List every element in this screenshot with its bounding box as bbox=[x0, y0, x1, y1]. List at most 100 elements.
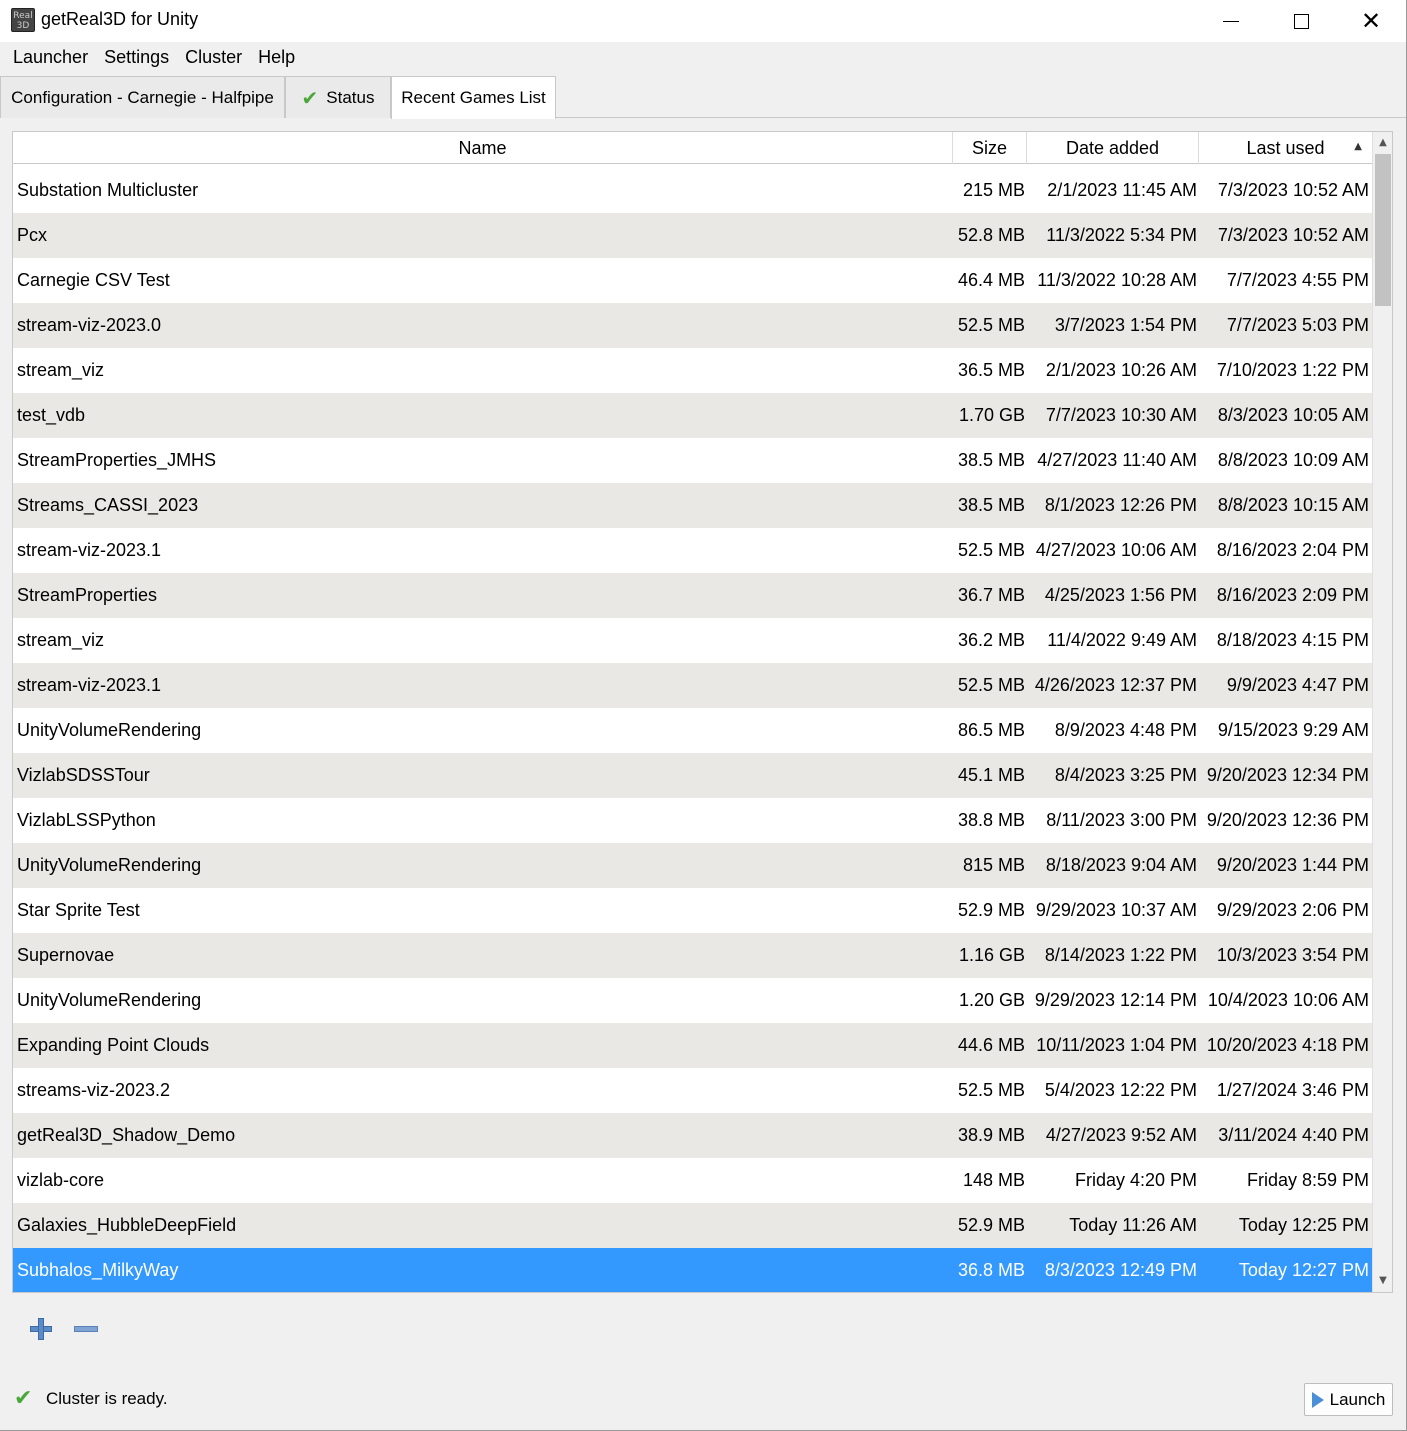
tab-label: Recent Games List bbox=[401, 88, 546, 107]
table-row[interactable]: UnityVolumeRendering 1.20 GB 9/29/2023 12:… bbox=[13, 978, 1372, 1023]
date-added-cell: 2/1/2023 11:45 AM bbox=[1047, 180, 1197, 200]
minimize-button[interactable] bbox=[1196, 0, 1266, 42]
table-row[interactable]: VizlabSDSSTour 45.1 MB 8/4/2023 3:25 PM 9/2… bbox=[13, 753, 1372, 798]
date-added-cell: 5/4/2023 12:22 PM bbox=[1044, 1080, 1197, 1100]
size-cell: 44.6 MB bbox=[957, 1035, 1025, 1055]
game-name-cell: Galaxies_HubbleDeepField bbox=[17, 1215, 237, 1235]
last-used-cell: 9/9/2023 4:47 PM bbox=[1226, 675, 1369, 695]
date-added-cell: 4/27/2023 9:52 AM bbox=[1045, 1125, 1197, 1145]
game-name-cell: Subhalos_MilkyWay bbox=[17, 1260, 179, 1280]
last-used-cell: 7/10/2023 1:22 PM bbox=[1216, 360, 1369, 380]
size-cell: 38.5 MB bbox=[957, 495, 1025, 515]
column-header-label: Date added bbox=[1065, 137, 1160, 158]
vertical-scrollbar[interactable]: ▲ ▼ bbox=[1372, 132, 1392, 1292]
scroll-up-icon[interactable]: ▲ bbox=[1373, 134, 1392, 152]
last-used-cell: 8/8/2023 10:15 AM bbox=[1217, 495, 1369, 515]
last-used-cell: Today 12:27 PM bbox=[1238, 1260, 1369, 1280]
table-row[interactable]: Galaxies_HubbleDeepField 52.9 MB Today 11:… bbox=[13, 1203, 1372, 1248]
game-name-cell: Supernovae bbox=[17, 945, 115, 965]
game-name-cell: UnityVolumeRendering bbox=[17, 990, 202, 1010]
tab-status[interactable]: ✔ Status bbox=[285, 76, 391, 118]
table-row[interactable]: Subhalos_MilkyWay 36.8 MB 8/3/2023 12:49 P… bbox=[13, 1248, 1372, 1292]
column-header-name[interactable]: Name bbox=[13, 132, 953, 164]
game-name-cell: StreamProperties bbox=[17, 585, 158, 605]
date-added-cell: 4/26/2023 12:37 PM bbox=[1034, 675, 1197, 695]
column-header-label: Name bbox=[458, 137, 507, 158]
table-row[interactable]: getReal3D_Shadow_Demo 38.9 MB 4/27/2023 9:… bbox=[13, 1113, 1372, 1158]
scrollbar-thumb[interactable] bbox=[1375, 154, 1391, 306]
last-used-cell: Today 12:25 PM bbox=[1238, 1215, 1369, 1235]
size-cell: 52.8 MB bbox=[957, 225, 1025, 245]
date-added-cell: 8/4/2023 3:25 PM bbox=[1054, 765, 1197, 785]
column-header-label: Last used bbox=[1246, 137, 1325, 158]
close-icon: ✕ bbox=[1360, 7, 1382, 35]
menu-settings[interactable]: Settings bbox=[96, 42, 177, 72]
table-row[interactable]: Substation Multicluster 215 MB 2/1/2023 11… bbox=[13, 168, 1372, 213]
date-added-cell: 2/1/2023 10:26 AM bbox=[1045, 360, 1197, 380]
game-name-cell: Streams_CASSI_2023 bbox=[17, 495, 199, 515]
maximize-button[interactable] bbox=[1266, 0, 1336, 42]
size-cell: 46.4 MB bbox=[957, 270, 1025, 290]
column-header-size[interactable]: Size bbox=[953, 132, 1027, 164]
table-row[interactable]: UnityVolumeRendering 815 MB 8/18/2023 9:04… bbox=[13, 843, 1372, 888]
size-cell: 148 MB bbox=[962, 1170, 1025, 1190]
last-used-cell: 9/20/2023 12:36 PM bbox=[1206, 810, 1369, 830]
size-cell: 52.5 MB bbox=[957, 315, 1025, 335]
table-row[interactable]: stream-viz-2023.1 52.5 MB 4/26/2023 12:37 … bbox=[13, 663, 1372, 708]
menu-help[interactable]: Help bbox=[250, 42, 303, 72]
tab-bar: Configuration - Carnegie - Halfpipe ✔ St… bbox=[0, 76, 1406, 119]
table-row[interactable]: vizlab-core 148 MB Friday 4:20 PM Friday 8:… bbox=[13, 1158, 1372, 1203]
table-row[interactable]: StreamProperties 36.7 MB 4/25/2023 1:56 PM… bbox=[13, 573, 1372, 618]
tab-configuration[interactable]: Configuration - Carnegie - Halfpipe bbox=[0, 76, 285, 118]
table-row[interactable]: test_vdb 1.70 GB 7/7/2023 10:30 AM 8/3/2023… bbox=[13, 393, 1372, 438]
size-cell: 38.8 MB bbox=[957, 810, 1025, 830]
date-added-cell: Friday 4:20 PM bbox=[1074, 1170, 1197, 1190]
game-name-cell: Carnegie CSV Test bbox=[17, 270, 170, 290]
menu-launcher[interactable]: Launcher bbox=[5, 42, 96, 72]
launch-button-label: Launch bbox=[1329, 1389, 1386, 1409]
game-name-cell: getReal3D_Shadow_Demo bbox=[17, 1125, 236, 1145]
remove-game-button[interactable] bbox=[72, 1316, 100, 1342]
size-cell: 52.9 MB bbox=[957, 900, 1025, 920]
menu-cluster[interactable]: Cluster bbox=[177, 42, 250, 72]
table-row[interactable]: Streams_CASSI_2023 38.5 MB 8/1/2023 12:26 … bbox=[13, 483, 1372, 528]
last-used-cell: 8/18/2023 4:15 PM bbox=[1216, 630, 1369, 650]
date-added-cell: 4/27/2023 11:40 AM bbox=[1037, 450, 1197, 470]
game-name-cell: test_vdb bbox=[17, 405, 86, 425]
table-row[interactable]: stream-viz-2023.0 52.5 MB 3/7/2023 1:54 PM… bbox=[13, 303, 1372, 348]
last-used-cell: 10/20/2023 4:18 PM bbox=[1206, 1035, 1369, 1055]
column-header-last-used[interactable]: Last used ▲ bbox=[1199, 132, 1372, 164]
add-game-button[interactable] bbox=[28, 1316, 54, 1342]
table-row[interactable]: stream_viz 36.5 MB 2/1/2023 10:26 AM 7/10/2… bbox=[13, 348, 1372, 393]
table-row[interactable]: Expanding Point Clouds 44.6 MB 10/11/2023 … bbox=[13, 1023, 1372, 1068]
column-header-date-added[interactable]: Date added bbox=[1027, 132, 1199, 164]
table-row[interactable]: stream-viz-2023.1 52.5 MB 4/27/2023 10:06 … bbox=[13, 528, 1372, 573]
play-icon bbox=[1311, 1391, 1324, 1408]
table-body: Substation Multicluster 215 MB 2/1/2023 11… bbox=[13, 168, 1372, 1292]
scroll-down-icon[interactable]: ▼ bbox=[1373, 1272, 1392, 1290]
close-button[interactable]: ✕ bbox=[1336, 0, 1406, 42]
table-row[interactable]: VizlabLSSPython 38.8 MB 8/11/2023 3:00 PM 9… bbox=[13, 798, 1372, 843]
minimize-icon bbox=[1223, 20, 1239, 22]
size-cell: 215 MB bbox=[962, 180, 1025, 200]
table-row[interactable]: UnityVolumeRendering 86.5 MB 8/9/2023 4:48… bbox=[13, 708, 1372, 753]
table-row[interactable]: streams-viz-2023.2 52.5 MB 5/4/2023 12:22 … bbox=[13, 1068, 1372, 1113]
size-cell: 52.5 MB bbox=[957, 675, 1025, 695]
tab-recent-games[interactable]: Recent Games List bbox=[391, 76, 556, 119]
plus-icon-stroke bbox=[38, 1318, 44, 1340]
size-cell: 36.7 MB bbox=[957, 585, 1025, 605]
table-row[interactable]: Carnegie CSV Test 46.4 MB 11/3/2022 10:28 … bbox=[13, 258, 1372, 303]
size-cell: 52.5 MB bbox=[957, 1080, 1025, 1100]
date-added-cell: 8/11/2023 3:00 PM bbox=[1046, 810, 1197, 830]
size-cell: 45.1 MB bbox=[957, 765, 1025, 785]
game-name-cell: stream-viz-2023.1 bbox=[17, 540, 162, 560]
table-row[interactable]: Pcx 52.8 MB 11/3/2022 5:34 PM 7/3/2023 10:5… bbox=[13, 213, 1372, 258]
game-name-cell: Star Sprite Test bbox=[17, 900, 140, 920]
last-used-cell: 7/7/2023 5:03 PM bbox=[1226, 315, 1369, 335]
date-added-cell: 8/14/2023 1:22 PM bbox=[1044, 945, 1197, 965]
table-row[interactable]: StreamProperties_JMHS 38.5 MB 4/27/2023 11… bbox=[13, 438, 1372, 483]
table-row[interactable]: stream_viz 36.2 MB 11/4/2022 9:49 AM 8/18/2… bbox=[13, 618, 1372, 663]
table-row[interactable]: Star Sprite Test 52.9 MB 9/29/2023 10:37 A… bbox=[13, 888, 1372, 933]
table-row[interactable]: Supernovae 1.16 GB 8/14/2023 1:22 PM 10/3/2… bbox=[13, 933, 1372, 978]
launch-button[interactable]: Launch bbox=[1304, 1383, 1393, 1416]
